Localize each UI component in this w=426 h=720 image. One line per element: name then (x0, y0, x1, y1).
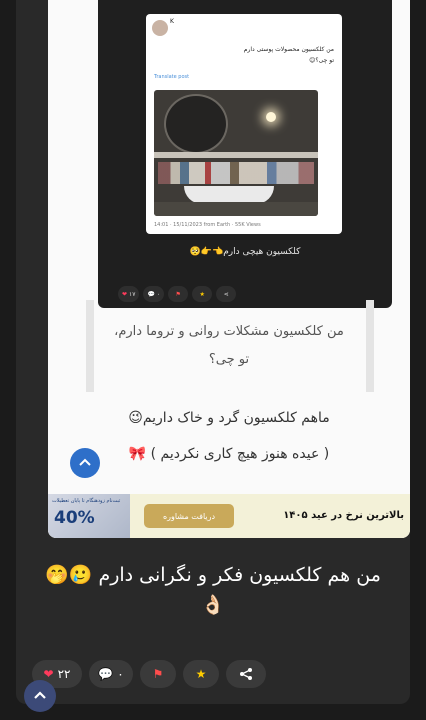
star-icon: ★ (195, 667, 207, 681)
post-card: K من کلکسیون محصولات پوستی دارم تو چی؟😊 … (16, 0, 410, 704)
banner-headline: بالاترین نرخ در عید ۱۴۰۵ (283, 510, 404, 521)
phone-star-pill: ★ (192, 286, 213, 302)
tweet-text-line1: من کلکسیون محصولات پوستی دارم (243, 46, 334, 53)
phone-share-pill: ⋖ (216, 286, 237, 302)
chevron-up-icon (34, 691, 46, 699)
phone-action-bar: ❤ ۱۷ 💬 ۰ ⚑ ★ ⋖ (118, 286, 237, 302)
flag-icon: ⚑ (152, 667, 164, 681)
tweet-photo (154, 90, 318, 216)
counter (154, 202, 318, 216)
action-bar: ❤ ۲۲ 💬 ۰ ⚑ ★ (32, 660, 266, 688)
banner-consult-button[interactable]: دریافت مشاوره (144, 504, 234, 528)
post-caption: من هم کلکسیون فکر و نگرانی دارم 🥲🤭 👌🏻 (16, 560, 410, 620)
comment-icon: 💬 (98, 667, 114, 681)
chevron-up-icon (79, 458, 91, 466)
share-icon (240, 668, 252, 680)
phone-like-count: ۱۷ (129, 290, 136, 298)
post-image[interactable]: K من کلکسیون محصولات پوستی دارم تو چی؟😊 … (48, 0, 410, 538)
image-text-line1: من کلکسیون مشکلات روانی و تروما دارم، (114, 324, 344, 339)
tweet-avatar (152, 20, 168, 36)
banner-small-text: ثبت‌نام زودهنگام تا پایان تعطیلات (52, 498, 121, 504)
share-icon: ⋖ (223, 290, 229, 298)
phone-comment-pill: 💬 ۰ (143, 286, 165, 302)
favorite-button[interactable]: ★ (183, 660, 219, 688)
caption-line2: 👌🏻 (201, 594, 225, 616)
flag-icon: ⚑ (175, 290, 181, 298)
phone-like-pill: ❤ ۱۷ (118, 286, 140, 302)
image-text: من کلکسیون مشکلات روانی و تروما دارم، تو… (48, 318, 410, 374)
share-button[interactable] (226, 660, 266, 688)
tweet-text-line2: تو چی؟😊 (309, 57, 334, 64)
tweet-author: K (170, 18, 174, 25)
caption-line1: من هم کلکسیون فکر و نگرانی دارم 🥲🤭 (45, 564, 381, 586)
banner-discount-panel: ثبت‌نام زودهنگام تا پایان تعطیلات 40% (48, 494, 130, 538)
heart-icon: ❤ (122, 290, 128, 298)
phone-comment-count: ۰ (156, 290, 161, 298)
embedded-tweet: K من کلکسیون محصولات پوستی دارم تو چی؟😊 … (146, 14, 342, 234)
mirror (164, 94, 228, 154)
inner-scroll-up-button (70, 448, 100, 478)
image-quote-2: ( عیده هنوز هیچ کاری نکردیم ) 🎀 (128, 446, 330, 462)
lamp (266, 112, 276, 122)
banner-percent: 40% (54, 508, 95, 528)
tweet-meta: 14:01 · 15/11/2023 from Earth · 55K View… (154, 222, 261, 228)
scroll-to-top-button[interactable] (24, 680, 56, 712)
ad-banner[interactable]: ثبت‌نام زودهنگام تا پایان تعطیلات 40% در… (48, 494, 410, 538)
skincare-products (158, 162, 314, 184)
comment-count: ۰ (117, 667, 124, 681)
embedded-phone-screenshot: K من کلکسیون محصولات پوستی دارم تو چی؟😊 … (98, 0, 392, 308)
star-icon: ★ (199, 290, 205, 298)
image-quote-1: ماهم کلکسیون گرد و خاک داریم😉 (128, 410, 330, 426)
comment-button[interactable]: 💬 ۰ (89, 660, 133, 688)
report-button[interactable]: ⚑ (140, 660, 176, 688)
phone-caption: کلکسیون هیچی دارم👈👉🥺 (189, 247, 301, 257)
like-count: ۲۲ (57, 667, 71, 681)
phone-flag-pill: ⚑ (168, 286, 189, 302)
shelf (154, 152, 318, 158)
tweet-translate-link: Translate post (154, 74, 190, 80)
image-text-line2: تو چی؟ (208, 352, 250, 367)
comment-icon: 💬 (147, 290, 155, 298)
tweet-text: من کلکسیون محصولات پوستی دارم تو چی؟😊 (174, 44, 334, 66)
heart-icon: ❤ (43, 667, 54, 681)
